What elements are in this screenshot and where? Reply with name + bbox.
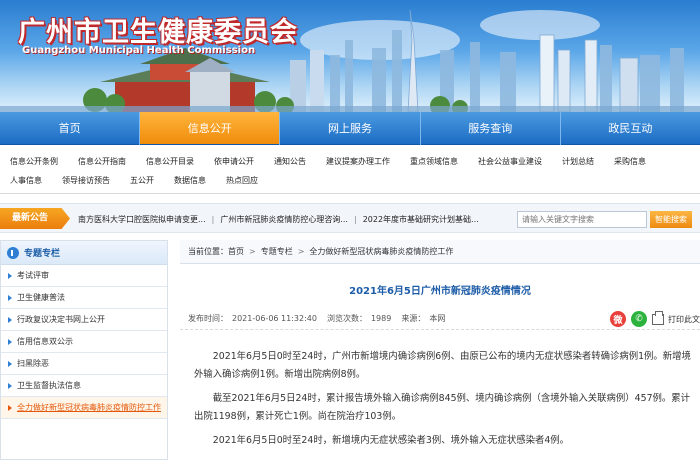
sidebar-header: 专题专栏: [1, 241, 167, 265]
article-body: 2021年6月5日0时至24时，广州市新增境内确诊病例6例、由原已公布的境内无症…: [180, 348, 700, 456]
print-icon[interactable]: [652, 310, 664, 325]
sub-link[interactable]: 社会公益事业建设: [478, 156, 542, 167]
breadcrumb-home[interactable]: 首页: [228, 246, 244, 257]
sidebar-item-label: 卫生健康普法: [17, 293, 65, 302]
sidebar-item-health-supervision[interactable]: 卫生监督执法信息: [1, 375, 167, 397]
notice-item[interactable]: 2022年度市基础研究计划基础...: [363, 214, 479, 225]
sidebar-item-covid-prevention[interactable]: 全力做好新型冠状病毒肺炎疫情防控工作: [1, 397, 167, 419]
sub-link[interactable]: 热点回应: [226, 175, 258, 186]
sub-link[interactable]: 建议提案办理工作: [326, 156, 390, 167]
sub-link[interactable]: 重点领域信息: [410, 156, 458, 167]
site-subtitle: Guangzhou Municipal Health Commission: [22, 45, 256, 56]
breadcrumb-covid[interactable]: 全力做好新型冠状病毒肺炎疫情防控工作: [309, 246, 453, 257]
source: 本网: [429, 314, 446, 323]
publish-date-label: 发布时间：: [188, 314, 228, 323]
arrow-right-icon: [8, 272, 12, 279]
sub-link[interactable]: 五公开: [130, 175, 154, 186]
sub-link[interactable]: 数据信息: [174, 175, 206, 186]
sidebar-item-label: 行政复议决定书网上公开: [17, 315, 105, 324]
breadcrumb-prefix: 当前位置：: [188, 247, 228, 256]
sidebar-item-label: 全力做好新型冠状病毒肺炎疫情防控工作: [17, 403, 161, 412]
pin-icon: [7, 246, 19, 259]
sub-link[interactable]: 计划总结: [562, 156, 594, 167]
sidebar-item-law-education[interactable]: 卫生健康普法: [1, 287, 167, 309]
print-link[interactable]: 打印此文: [668, 314, 700, 325]
search-button[interactable]: 智能搜索: [650, 211, 692, 228]
article-paragraph: 截至2021年6月5日24时，累计报告境外输入确诊病例845例、境内确诊病例（含…: [194, 393, 691, 422]
wechat-icon[interactable]: ✆: [631, 311, 647, 327]
notice-separator: |: [353, 214, 357, 224]
article-title: 2021年6月5日广州市新冠肺炎疫情情况: [349, 286, 531, 297]
breadcrumb-topics[interactable]: 专题专栏: [261, 246, 293, 257]
arrow-right-icon: [8, 360, 12, 367]
notice-ticker: 南方医科大学口腔医院拟申请变更... | 广州市新冠肺炎疫情防控心理咨询... …: [78, 204, 508, 234]
breadcrumb-separator: >: [249, 247, 256, 256]
sidebar-item-credit-info[interactable]: 信用信息双公示: [1, 331, 167, 353]
nav-online-service[interactable]: 网上服务: [280, 112, 419, 144]
sub-links-row: 人事信息 领导接访预告 五公开 数据信息 热点回应: [10, 171, 700, 190]
publish-date: 2021-06-06 11:32:40: [232, 314, 317, 323]
breadcrumb: 当前位置： 首页 > 专题专栏 > 全力做好新型冠状病毒肺炎疫情防控工作: [180, 240, 700, 264]
notice-label: 最新公告: [0, 208, 70, 229]
weibo-icon[interactable]: 微: [610, 311, 626, 327]
arrow-right-icon: [8, 404, 12, 411]
sub-link[interactable]: 信息公开指南: [78, 156, 126, 167]
source-label: 来源：: [401, 314, 426, 323]
sidebar-title: 专题专栏: [24, 249, 61, 259]
search-input[interactable]: [517, 211, 647, 228]
sub-links-row: 信息公开条例 信息公开指南 信息公开目录 依申请公开 通知公告 建议提案办理工作…: [10, 152, 700, 171]
sidebar: 专题专栏 考试评审 卫生健康普法 行政复议决定书网上公开 信用信息双公示 扫黑除…: [0, 240, 168, 460]
arrow-right-icon: [8, 338, 12, 345]
nav-service-query[interactable]: 服务查询: [421, 112, 560, 144]
notice-item[interactable]: 广州市新冠肺炎疫情防控心理咨询...: [220, 214, 348, 225]
main-content: 当前位置： 首页 > 专题专栏 > 全力做好新型冠状病毒肺炎疫情防控工作 202…: [180, 240, 700, 460]
sidebar-item-label: 考试评审: [17, 271, 49, 280]
site-title: 广州市卫生健康委员会: [18, 17, 298, 48]
notice-item[interactable]: 南方医科大学口腔医院拟申请变更...: [78, 214, 206, 225]
nav-home[interactable]: 首页: [0, 112, 139, 144]
article-paragraph: 2021年6月5日0时至24时，广州市新增境内确诊病例6例、由原已公布的境内无症…: [194, 351, 691, 380]
sub-link[interactable]: 领导接访预告: [62, 175, 110, 186]
sidebar-item-administrative-review[interactable]: 行政复议决定书网上公开: [1, 309, 167, 331]
main-nav: 首页 信息公开 网上服务 服务查询 政民互动: [0, 112, 700, 145]
sidebar-item-anti-crime[interactable]: 扫黑除恶: [1, 353, 167, 375]
arrow-right-icon: [8, 316, 12, 323]
view-count: 1989: [370, 314, 392, 323]
arrow-right-icon: [8, 382, 12, 389]
sidebar-item-label: 信用信息双公示: [17, 337, 73, 346]
nav-interaction[interactable]: 政民互动: [561, 112, 700, 144]
nav-info-disclosure[interactable]: 信息公开: [140, 112, 280, 144]
article-meta: 发布时间： 2021-06-06 11:32:40 浏览次数： 1989 来源：…: [180, 308, 700, 330]
breadcrumb-separator: >: [297, 247, 305, 256]
sub-link[interactable]: 通知公告: [274, 156, 306, 167]
sub-link[interactable]: 依申请公开: [214, 156, 254, 167]
notice-separator: |: [211, 214, 215, 224]
sub-link[interactable]: 信息公开目录: [146, 156, 194, 167]
sidebar-item-label: 扫黑除恶: [17, 359, 49, 368]
sub-link[interactable]: 人事信息: [10, 175, 42, 186]
notice-bar: 最新公告 南方医科大学口腔医院拟申请变更... | 广州市新冠肺炎疫情防控心理咨…: [0, 203, 700, 233]
share-tools: 微 ✆ 打印此文: [610, 308, 700, 330]
header-banner: 广州市卫生健康委员会 Guangzhou Municipal Health Co…: [0, 0, 700, 112]
sub-link[interactable]: 信息公开条例: [10, 156, 58, 167]
sub-link[interactable]: 采购信息: [614, 156, 646, 167]
view-count-label: 浏览次数：: [326, 314, 367, 323]
article-paragraph: 2021年6月5日0时至24时，新增境内无症状感染者3例、境外输入无症状感染者4…: [212, 435, 570, 446]
sub-links: 信息公开条例 信息公开指南 信息公开目录 依申请公开 通知公告 建议提案办理工作…: [0, 146, 700, 194]
sidebar-item-label: 卫生监督执法信息: [17, 381, 81, 390]
sidebar-item-exam-review[interactable]: 考试评审: [1, 265, 167, 287]
arrow-right-icon: [8, 294, 12, 301]
